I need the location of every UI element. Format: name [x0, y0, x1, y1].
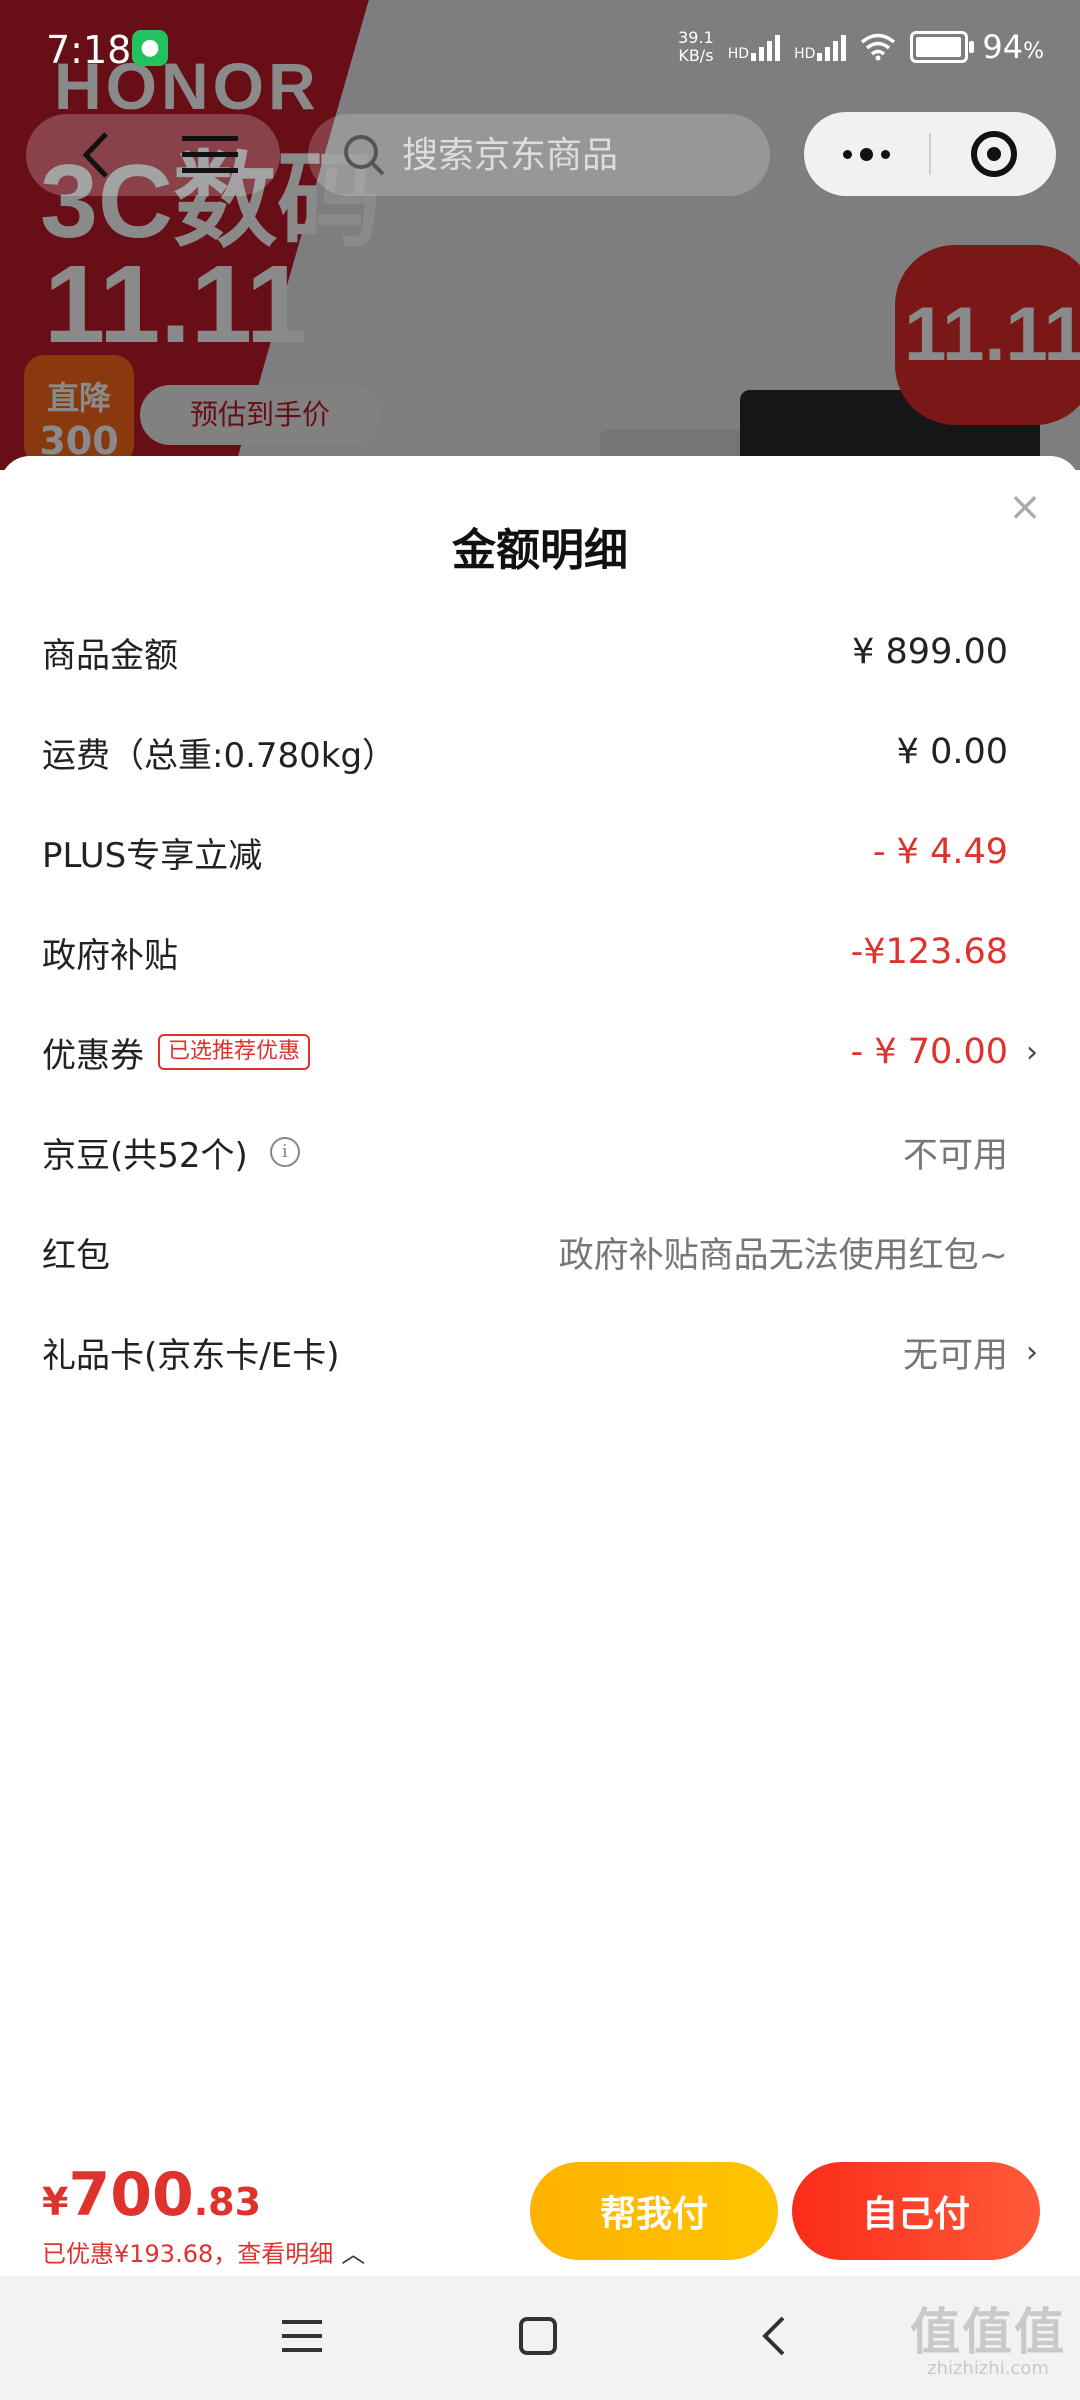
battery-icon — [910, 31, 975, 63]
chevron-right-icon: › — [1026, 1334, 1038, 1370]
total-price: ¥700.83 — [42, 2160, 261, 2230]
system-nav-bar: 值值值 zhizhizhi.com — [0, 2276, 1080, 2400]
help-pay-button[interactable]: 帮我付 — [530, 2162, 778, 2260]
battery-value: 94 — [982, 28, 1024, 66]
row-label-group: 京豆(共52个) i — [42, 1128, 300, 1177]
row-plus-discount: PLUS专享立减 - ¥ 4.49 — [0, 802, 1080, 902]
menu-button[interactable] — [178, 124, 242, 186]
coupon-recommended-tag: 已选推荐优惠 — [158, 1034, 311, 1070]
row-value: ¥ 0.00 — [896, 732, 1008, 772]
menu-lines-icon — [282, 2320, 322, 2352]
signal-sim1: HD — [727, 33, 781, 62]
row-label: 礼品卡(京东卡/E卡) — [42, 1335, 340, 1376]
row-jd-beans: 京豆(共52个) i 不可用 — [0, 1102, 1080, 1202]
chevron-up-icon: ︿ — [341, 2240, 366, 2268]
row-label: 商品金额 — [42, 635, 178, 676]
signal-bars-icon — [751, 33, 781, 61]
row-label: 运费（总重:0.780kg） — [42, 735, 397, 776]
search-bar[interactable] — [308, 114, 770, 196]
row-label-group: 优惠券 已选推荐优惠 — [42, 1028, 311, 1077]
chevron-right-icon: › — [1026, 1034, 1038, 1070]
recents-button[interactable] — [272, 2306, 332, 2366]
signal-bars-icon — [817, 33, 847, 61]
close-miniprogram-button[interactable] — [931, 112, 1056, 196]
row-gift-card[interactable]: 礼品卡(京东卡/E卡) 无可用 › — [0, 1302, 1080, 1402]
miniprogram-capsule — [804, 112, 1056, 196]
total-integer: 700 — [68, 2160, 194, 2230]
network-speed: 39.1 KB/s — [678, 29, 714, 65]
more-button[interactable] — [804, 112, 929, 196]
row-value: 无可用 — [902, 1335, 1008, 1376]
total-decimal: .83 — [193, 2180, 262, 2224]
row-gov-subsidy: 政府补贴 -¥123.68 — [0, 902, 1080, 1002]
currency-symbol: ¥ — [42, 2180, 69, 2224]
watermark-logo: 值值值 — [910, 2303, 1066, 2361]
view-details-link[interactable]: 已优惠¥193.68，查看明细 ︿ — [42, 2234, 365, 2269]
row-label: PLUS专享立减 — [42, 835, 263, 876]
battery-unit: % — [1023, 39, 1044, 64]
self-pay-button[interactable]: 自己付 — [792, 2162, 1040, 2260]
info-icon[interactable]: i — [269, 1137, 300, 1167]
search-input[interactable] — [400, 133, 744, 177]
home-square-icon — [519, 2317, 557, 2355]
watermark-domain: zhizhizhi.com — [927, 2358, 1049, 2379]
wechat-notification-icon: ● — [132, 30, 168, 66]
row-value: ¥ 899.00 — [852, 632, 1008, 672]
row-red-packet: 红包 政府补贴商品无法使用红包~ — [0, 1202, 1080, 1302]
row-label: 红包 — [42, 1235, 110, 1276]
saved-text: 已优惠¥193.68，查看明细 — [42, 2240, 334, 2268]
target-icon — [970, 131, 1017, 177]
sim1-hd-label: HD — [727, 46, 750, 62]
row-label: 优惠券 — [42, 1035, 144, 1076]
watermark: 值值值 zhizhizhi.com — [910, 2306, 1066, 2379]
sheet-title: 金额明细 — [452, 525, 628, 576]
amount-list: 商品金额 ¥ 899.00 运费（总重:0.780kg） ¥ 0.00 PLUS… — [0, 602, 1080, 1402]
back-arrow-icon — [762, 2316, 785, 2356]
status-bar: 7:18 ● 39.1 KB/s HD HD 94% — [0, 0, 1080, 100]
back-button[interactable] — [60, 124, 130, 186]
row-value: 政府补贴商品无法使用红包~ — [558, 1235, 1008, 1276]
row-value: - ¥ 4.49 — [872, 832, 1008, 872]
sim2-hd-label: HD — [794, 46, 816, 62]
row-label: 京豆(共52个) — [42, 1135, 248, 1176]
speed-value: 39.1 — [678, 28, 714, 47]
amount-detail-sheet: × 金额明细 商品金额 ¥ 899.00 运费（总重:0.780kg） ¥ 0.… — [0, 456, 1080, 2400]
row-value: 不可用 — [902, 1135, 1008, 1176]
payment-bar: ¥700.83 已优惠¥193.68，查看明细 ︿ 帮我付 自己付 — [0, 2148, 1080, 2276]
row-value: - ¥ 70.00 — [850, 1032, 1008, 1072]
speed-unit: KB/s — [678, 46, 714, 65]
row-label: 政府补贴 — [42, 935, 178, 976]
system-back-button[interactable] — [744, 2306, 804, 2366]
chevron-left-icon — [82, 132, 108, 178]
home-button[interactable] — [508, 2306, 568, 2366]
row-coupon[interactable]: 优惠券 已选推荐优惠 - ¥ 70.00 › — [0, 1002, 1080, 1102]
row-goods-amount: 商品金额 ¥ 899.00 — [0, 602, 1080, 702]
status-time: 7:18 — [46, 28, 132, 72]
row-shipping: 运费（总重:0.780kg） ¥ 0.00 — [0, 702, 1080, 802]
row-value: -¥123.68 — [850, 932, 1008, 972]
hamburger-icon — [182, 136, 238, 173]
search-icon — [344, 135, 385, 176]
battery-percent: 94% — [982, 28, 1044, 66]
signal-sim2: HD — [794, 33, 847, 62]
wifi-icon — [861, 33, 896, 61]
